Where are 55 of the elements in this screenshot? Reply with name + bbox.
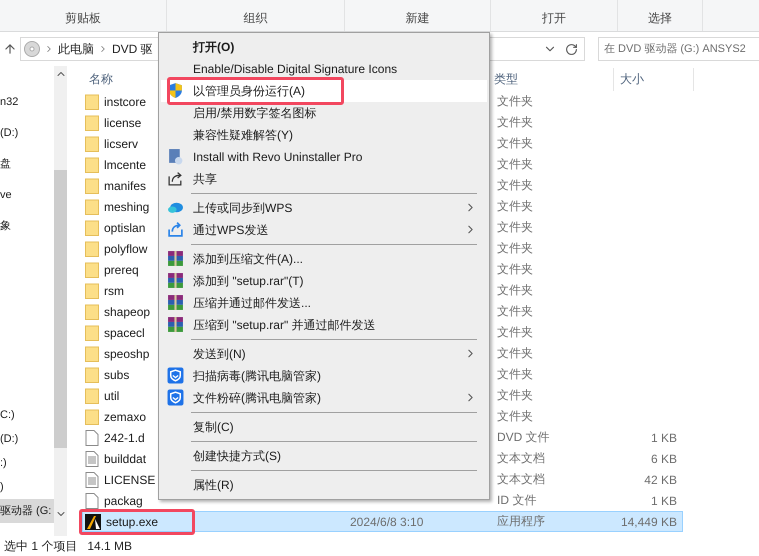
file-size: 1 KB (650, 494, 677, 508)
ribbon-group-label: 选择 (648, 10, 672, 27)
file-type: 文件夹 (497, 135, 534, 152)
file-name: packag (104, 494, 143, 508)
status-text: 选中 1 个项目 (4, 538, 78, 554)
file-type: 文件夹 (497, 177, 534, 194)
file-name: 242-1.d (104, 430, 145, 444)
file-name: setup.exe (106, 514, 158, 528)
file-name: prereq (104, 262, 139, 276)
file-name: util (104, 388, 120, 402)
file-type: 文件夹 (497, 240, 534, 257)
file-type: 文件夹 (497, 114, 534, 131)
file-name: lmcente (104, 158, 146, 172)
file-name: instcore (104, 94, 146, 108)
file-type: 应用程序 (497, 513, 546, 530)
file-name: zemaxo (104, 410, 146, 424)
ribbon-group-label: 打开 (542, 10, 566, 27)
file-name: manifes (104, 178, 146, 192)
status-size: 14.1 MB (87, 539, 132, 553)
file-name: rsm (104, 284, 124, 298)
file-size: 14,449 KB (620, 514, 677, 528)
file-name: builddat (104, 452, 146, 466)
file-size: 6 KB (650, 452, 677, 466)
file-type: 文件夹 (497, 324, 534, 341)
file-name: speoshp (104, 346, 150, 360)
file-type: 文本文档 (497, 450, 546, 467)
file-name: subs (104, 368, 130, 382)
file-size: 1 KB (650, 430, 677, 444)
file-type: 文本文档 (497, 471, 546, 488)
file-type: 文件夹 (497, 408, 534, 425)
file-date: 2024/6/8 3:10 (350, 514, 424, 528)
file-type: 文件夹 (497, 345, 534, 362)
file-name: spacecl (104, 326, 145, 340)
file-name: optislan (104, 220, 146, 234)
file-type: 文件夹 (497, 93, 534, 110)
file-type: 文件夹 (497, 387, 534, 404)
file-type: 文件夹 (497, 156, 534, 173)
ribbon-group-label: 剪贴板 (65, 10, 101, 27)
file-type: 文件夹 (497, 282, 534, 299)
file-type: 文件夹 (497, 261, 534, 278)
file-name: polyflow (104, 242, 148, 256)
ribbon-group-label: 组织 (244, 10, 268, 27)
file-type: 文件夹 (497, 219, 534, 236)
file-type: DVD 文件 (497, 429, 551, 446)
file-name: licserv (104, 136, 138, 150)
file-type: 文件夹 (497, 303, 534, 320)
file-size: 42 KB (644, 472, 677, 486)
file-type: ID 文件 (497, 492, 538, 509)
file-type: 文件夹 (497, 366, 534, 383)
ribbon-group-label: 新建 (406, 10, 430, 27)
file-name: LICENSE (104, 472, 156, 486)
file-name: license (104, 116, 142, 130)
file-name: shapeop (104, 304, 150, 318)
file-name: meshing (104, 200, 150, 214)
file-type: 文件夹 (497, 198, 534, 215)
